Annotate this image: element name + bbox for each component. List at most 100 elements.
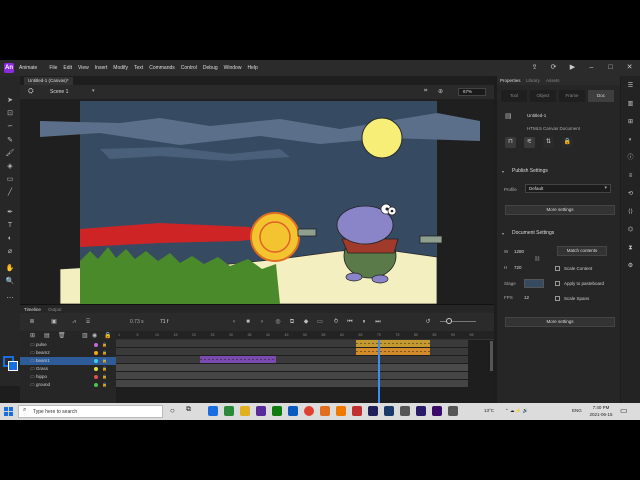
fill-color-swatch[interactable] (8, 361, 18, 371)
new-layer-icon[interactable]: ⊞ (30, 332, 35, 339)
layer-color-dot[interactable] (94, 350, 98, 355)
taskbar-search[interactable]: ⌕ Type here to search (18, 405, 163, 418)
animate-taskbar-icon[interactable] (432, 406, 442, 416)
assets-icon[interactable]: ⊞ (626, 118, 635, 127)
lock-icon[interactable]: 🔒 (102, 358, 107, 363)
maximize-icon[interactable]: □ (606, 63, 615, 72)
more-settings-button[interactable]: More settings (505, 205, 615, 215)
chrome-icon[interactable] (304, 406, 314, 416)
step-back-icon[interactable]: ⏮ (346, 318, 354, 326)
apply-pasteboard-checkbox[interactable] (555, 281, 560, 286)
layer-color-dot[interactable] (94, 382, 98, 387)
width-value[interactable]: 1280 (514, 249, 524, 254)
explorer-icon[interactable] (240, 406, 250, 416)
menu-edit[interactable]: Edit (63, 65, 72, 71)
info-icon[interactable]: ⓘ (626, 154, 635, 163)
menu-text[interactable]: Text (134, 65, 143, 71)
lock-icon[interactable]: 🔒 (102, 342, 107, 347)
step-forward-icon[interactable]: ⏭ (374, 318, 382, 326)
selection-tool-icon[interactable]: ➤ (5, 96, 15, 105)
eye-icon[interactable]: ◉ (92, 332, 97, 339)
layer-color-dot[interactable] (94, 366, 98, 371)
stage-canvas[interactable] (40, 101, 480, 304)
scale-content-checkbox[interactable] (555, 266, 560, 271)
onion-skin-icon[interactable]: ◎ (274, 318, 282, 326)
xbox-icon[interactable] (272, 406, 282, 416)
lasso-tool-icon[interactable]: ∽ (5, 122, 15, 131)
menu-commands[interactable]: Commands (149, 65, 175, 71)
edit-multiple-frames-icon[interactable]: ⧉ (288, 318, 296, 326)
sync-icon[interactable]: ⟳ (549, 63, 558, 72)
layer-row-pulse[interactable]: ▭ pulse 🔒 (20, 341, 116, 349)
weather-text[interactable]: 13°C (484, 408, 494, 413)
chevron-left-icon[interactable]: ‹ (230, 318, 238, 326)
vlc-icon[interactable] (336, 406, 346, 416)
parent-view-icon[interactable]: ⩘ (70, 318, 78, 326)
app-icon-5[interactable] (400, 406, 410, 416)
lock-icon[interactable]: 🔒 (102, 382, 107, 387)
zoom-field[interactable]: 67% (458, 88, 486, 96)
frame-number[interactable]: 71 f (160, 319, 168, 325)
share-icon[interactable]: ⇪ (530, 63, 539, 72)
app-icon-1[interactable] (256, 406, 266, 416)
app-icon-4[interactable] (352, 406, 362, 416)
tray-icons[interactable]: ⌃ ☁ ⚡ 🔊 (505, 408, 528, 414)
scene-icon[interactable]: ⛭ (28, 88, 36, 96)
motion-presets-icon[interactable]: ⌬ (626, 226, 635, 235)
app-icon-2[interactable] (288, 406, 298, 416)
tab-output[interactable]: Output (48, 306, 62, 313)
code-snippets-icon[interactable]: ⟨⟩ (626, 208, 635, 217)
minimize-icon[interactable]: – (587, 63, 596, 72)
collapse-icon[interactable]: ▾ (502, 231, 504, 236)
app-icon-6[interactable] (448, 406, 458, 416)
premiere-icon[interactable] (368, 406, 378, 416)
task-view-icon[interactable]: ⧉ (186, 406, 191, 414)
menu-control[interactable]: Control (181, 65, 197, 71)
tab-assets[interactable]: Assets (546, 77, 560, 84)
align-icon[interactable]: ≡ (626, 172, 635, 181)
menu-modify[interactable]: Modify (113, 65, 128, 71)
layers-icon[interactable]: ≣ (28, 318, 36, 326)
cortana-icon[interactable]: ○ (170, 406, 175, 415)
delete-layer-icon[interactable]: 🗑 (58, 332, 66, 339)
after-effects-icon[interactable] (416, 406, 426, 416)
scene-label[interactable]: Scene 1 (50, 89, 68, 95)
paint-bucket-tool-icon[interactable]: ◐ (5, 234, 15, 243)
graph-icon[interactable]: ⌸ (84, 318, 92, 326)
document-tab[interactable]: Untitled-1 (Canvas)* (24, 77, 73, 85)
color-icon[interactable]: ◐ (626, 136, 635, 145)
stage-color-swatch[interactable] (524, 279, 544, 288)
components-icon[interactable]: ⚙ (626, 262, 635, 271)
menu-debug[interactable]: Debug (203, 65, 218, 71)
menu-view[interactable]: View (78, 65, 89, 71)
language-text[interactable]: ENG (572, 408, 582, 413)
pause-icon[interactable]: ⏸ (360, 318, 368, 326)
lock-icon[interactable]: 🔒 (102, 374, 107, 379)
brush-tool-icon[interactable]: 🖌 (5, 149, 15, 158)
transform-icon[interactable]: ⟲ (626, 190, 635, 199)
layer-color-dot[interactable] (94, 358, 98, 363)
publish-icon[interactable]: ⊓ (505, 137, 516, 148)
layer-row-grass[interactable]: ▭ Grass 🔒 (20, 365, 116, 373)
fps-value[interactable]: 12 (524, 295, 529, 300)
store-icon[interactable] (224, 406, 234, 416)
scale-spans-checkbox[interactable] (555, 296, 560, 301)
menu-window[interactable]: Window (224, 65, 242, 71)
insert-frame-icon[interactable]: ▭ (316, 318, 324, 326)
notification-icon[interactable]: ▭ (620, 406, 628, 415)
settings-icon[interactable]: ⚟ (524, 137, 535, 148)
padlock-icon[interactable]: 🔒 (562, 137, 573, 148)
layer-row-ground[interactable]: ▭ ground 🔒 (20, 381, 116, 389)
play-icon[interactable]: ▶ (568, 63, 577, 72)
link-icon[interactable]: ⛓ (534, 256, 540, 262)
pencil-tool-icon[interactable]: ✎ (5, 136, 15, 145)
segment-object[interactable]: Object (530, 90, 556, 102)
pen-tool-icon[interactable]: ✒ (5, 208, 15, 217)
segment-frame[interactable]: Frame (559, 90, 585, 102)
keyframe-icon[interactable]: ◆ (302, 318, 310, 326)
new-folder-icon[interactable]: ▤ (44, 332, 50, 339)
app-icon-3[interactable] (320, 406, 330, 416)
center-stage-icon[interactable]: ⊕ (438, 88, 443, 95)
frame-scale-thumb[interactable] (446, 318, 452, 324)
lock-icon[interactable]: 🔒 (102, 366, 107, 371)
